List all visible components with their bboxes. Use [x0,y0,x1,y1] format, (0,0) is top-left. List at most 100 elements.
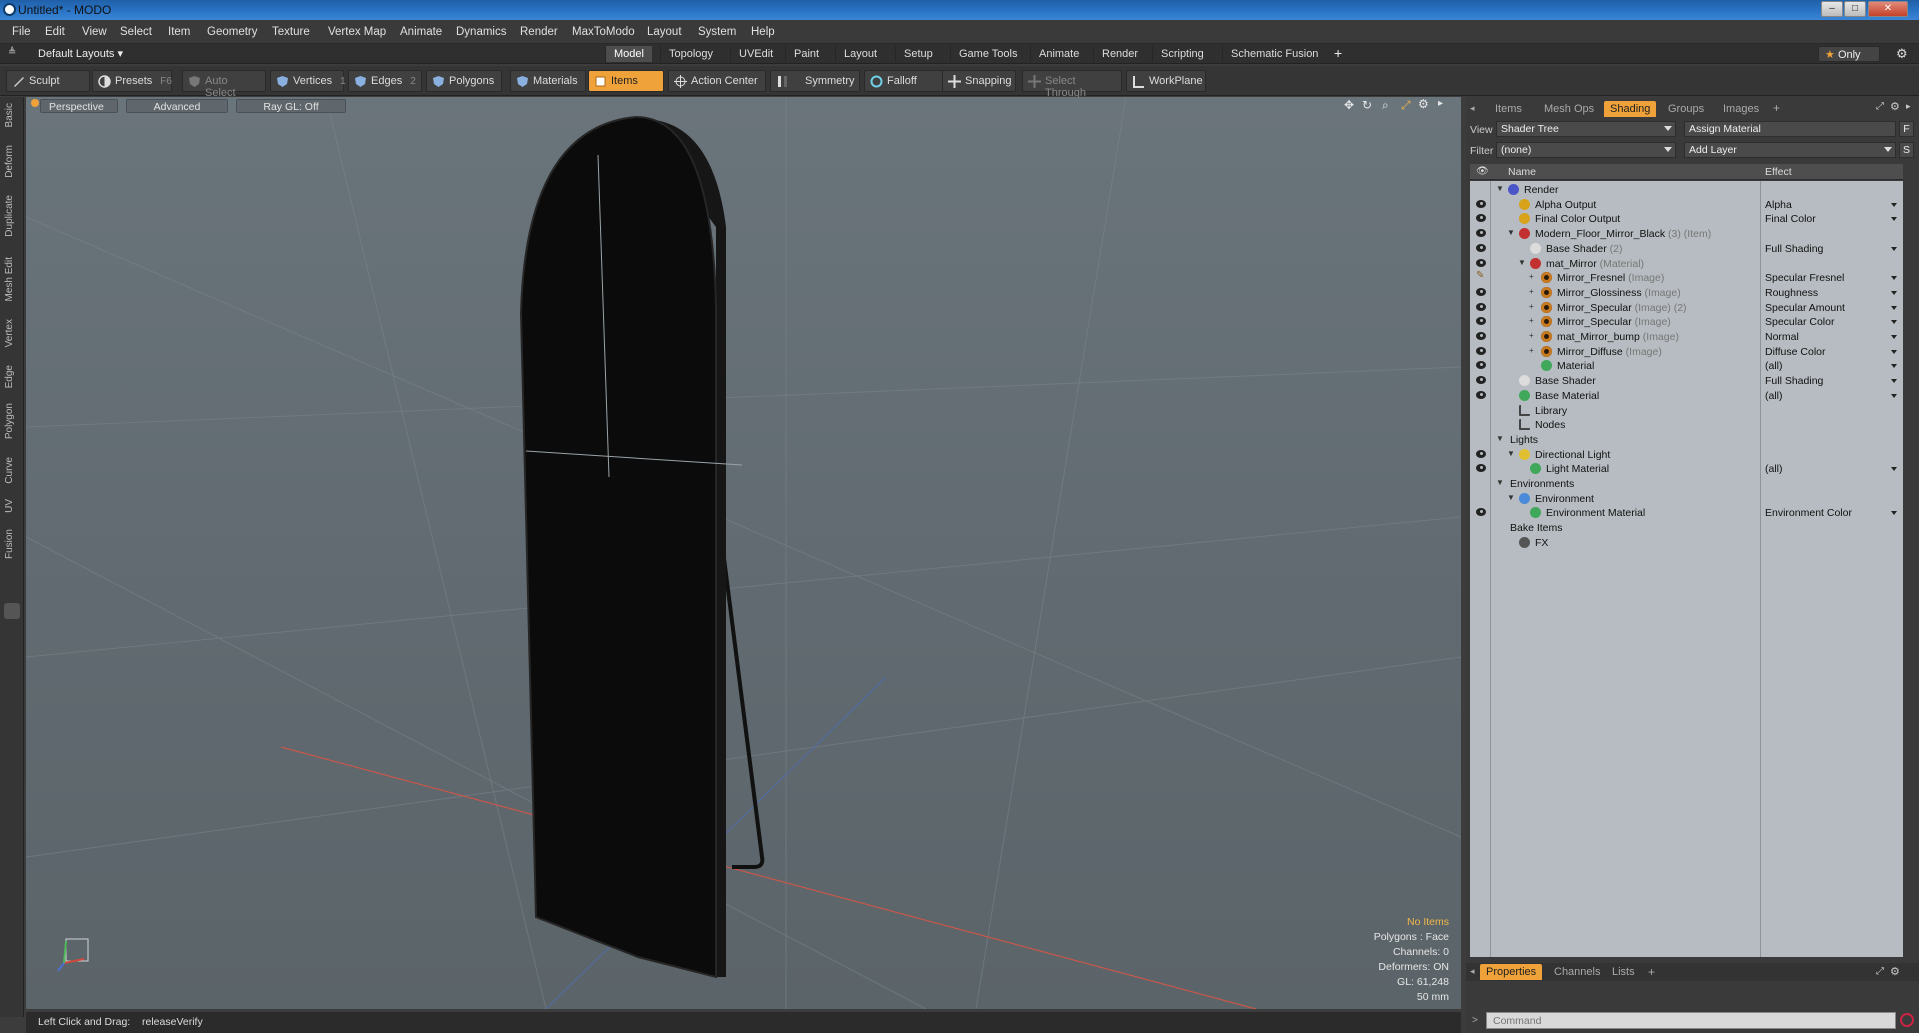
only-toggle[interactable]: ★ Only [1818,46,1880,62]
expand-toggle-icon[interactable]: ▼ [1507,228,1515,237]
effect-dropdown-icon[interactable] [1891,246,1897,251]
tab-layout[interactable]: Layout [835,46,885,62]
expand-toggle-icon[interactable]: + [1529,316,1534,325]
menu-select[interactable]: Select [120,26,152,38]
left-tab-polygon[interactable]: Polygon [4,403,20,439]
panel-gear-icon[interactable]: ⚙ [1890,100,1900,113]
menu-animate[interactable]: Animate [400,26,442,38]
menu-vertex-map[interactable]: Vertex Map [328,26,386,38]
viewport-settings-icon[interactable]: ⚙ [1418,97,1429,111]
bottom-panel-menu-icon[interactable]: ◂ [1470,966,1475,977]
menu-render[interactable]: Render [520,26,558,38]
expand-toggle-icon[interactable]: ▼ [1507,449,1515,458]
panel-tab-images[interactable]: Images [1717,101,1765,117]
polygons-button[interactable]: Polygons [426,70,502,92]
effect-dropdown-icon[interactable] [1891,217,1897,222]
left-tab-uv[interactable]: UV [4,499,20,513]
effect-dropdown-icon[interactable] [1891,335,1897,339]
effect-dropdown-icon[interactable] [1891,320,1897,325]
shader-tree-item-effect[interactable]: Specular Amount [1765,302,1845,314]
shader-tree-item-effect[interactable]: (all) [1765,463,1783,475]
menu-edit[interactable]: Edit [45,26,65,38]
tab-schematic-fusion[interactable]: Schematic Fusion [1222,46,1326,62]
command-stop-icon[interactable] [1900,1013,1914,1027]
tab-uvedit[interactable]: UVEdit [730,46,781,62]
effect-dropdown-icon[interactable] [1891,364,1897,369]
menu-system[interactable]: System [698,26,736,38]
workplane-button[interactable]: WorkPlane [1126,70,1206,92]
tab-model[interactable]: Model [605,46,652,62]
strip-toggle-button[interactable] [4,603,20,619]
bottom-tab-properties[interactable]: Properties [1480,964,1543,980]
add-panel-tab-button[interactable]: + [1773,101,1780,115]
panel-tab-items[interactable]: Items [1489,101,1528,117]
visibility-eye-icon[interactable] [1476,361,1486,370]
visibility-eye-icon[interactable] [1476,346,1486,355]
shader-tree-item-effect[interactable]: Final Color [1765,213,1816,225]
left-tab-mesh-edit[interactable]: Mesh Edit [4,257,20,301]
left-tab-curve[interactable]: Curve [4,457,20,484]
viewport-options-icon[interactable] [31,99,39,107]
close-button[interactable]: ✕ [1868,1,1908,17]
filter-dropdown[interactable]: (none) [1496,142,1676,158]
select-through-button[interactable]: Select Through [1022,70,1122,99]
expand-toggle-icon[interactable]: + [1529,287,1534,296]
viewport-expand-icon[interactable]: ▸ [1438,98,1443,109]
layout-selector[interactable]: Default Layouts ▾ [38,47,123,60]
left-tab-duplicate[interactable]: Duplicate [4,195,20,237]
shader-tree-item-effect[interactable]: Environment Color [1765,507,1852,519]
panel-tab-mesh-ops[interactable]: Mesh Ops [1538,101,1600,117]
bottom-gear-icon[interactable]: ⚙ [1890,965,1900,978]
effect-dropdown-icon[interactable] [1891,467,1897,472]
panel-tab-groups[interactable]: Groups [1662,101,1710,117]
expand-toggle-icon[interactable]: + [1529,302,1534,311]
menu-layout[interactable]: Layout [647,26,682,38]
view-dropdown[interactable]: Shader Tree [1496,121,1676,137]
vertices-button[interactable]: Vertices 1 [270,70,346,92]
menu-maxtomodo[interactable]: MaxToModo [572,26,635,38]
menu-texture[interactable]: Texture [272,26,310,38]
fit-view-icon[interactable]: ⤢ [1401,98,1411,113]
visibility-eye-icon[interactable] [1476,258,1486,267]
raygl-button[interactable]: Ray GL: Off [236,99,346,113]
panel-tab-shading[interactable]: Shading [1604,101,1657,117]
tab-paint[interactable]: Paint [785,46,827,62]
name-column-header[interactable]: Name [1508,166,1536,178]
effect-column-header[interactable]: Effect [1765,166,1792,178]
effect-dropdown-icon[interactable] [1891,290,1897,295]
bottom-maximize-icon[interactable]: ⤢ [1876,966,1884,977]
visibility-eye-icon[interactable] [1476,390,1486,399]
expand-toggle-icon[interactable]: + [1529,331,1534,340]
tab-scripting[interactable]: Scripting [1152,46,1212,62]
tab-animate[interactable]: Animate [1030,46,1087,62]
sculpt-button[interactable]: Sculpt [6,70,90,92]
zoom-icon[interactable]: ⌕ [1382,98,1389,113]
visibility-eye-icon[interactable] [1476,302,1486,311]
add-bottom-tab-button[interactable]: + [1648,965,1655,979]
visibility-eye-icon[interactable] [1476,376,1486,385]
visibility-eye-icon[interactable] [1476,229,1486,238]
expand-toggle-icon[interactable]: + [1529,346,1534,355]
panel-collapse-icon[interactable]: ▸ [1906,101,1911,112]
layout-menu-icon[interactable]: ≜ [8,47,16,58]
items-button[interactable]: Items [588,70,664,92]
shader-tree-item-effect[interactable]: Specular Fresnel [1765,272,1844,284]
paint-brush-icon[interactable]: ✎ [1476,270,1484,281]
presets-button[interactable]: Presets F6 [92,70,172,92]
tab-setup[interactable]: Setup [895,46,941,62]
symmetry-button[interactable]: Symmetry [770,70,860,92]
3d-viewport[interactable]: Perspective Advanced Ray GL: Off ✥ ↻ ⌕ ⤢… [26,97,1461,1009]
effect-dropdown-icon[interactable] [1891,305,1897,310]
visibility-eye-icon[interactable] [1476,508,1486,517]
move-view-icon[interactable]: ✥ [1344,98,1354,112]
effect-dropdown-icon[interactable] [1891,393,1897,398]
left-tab-deform[interactable]: Deform [4,145,20,178]
shader-tree-item-effect[interactable]: Alpha [1765,199,1792,211]
materials-button[interactable]: Materials [510,70,586,92]
menu-file[interactable]: File [12,26,31,38]
left-tab-basic[interactable]: Basic [4,103,20,127]
expand-toggle-icon[interactable]: ▼ [1496,184,1504,193]
shader-tree-item-effect[interactable]: Full Shading [1765,375,1823,387]
shader-tree-item-effect[interactable]: Specular Color [1765,316,1834,328]
shader-tree-row[interactable]: FX [1470,534,1903,552]
